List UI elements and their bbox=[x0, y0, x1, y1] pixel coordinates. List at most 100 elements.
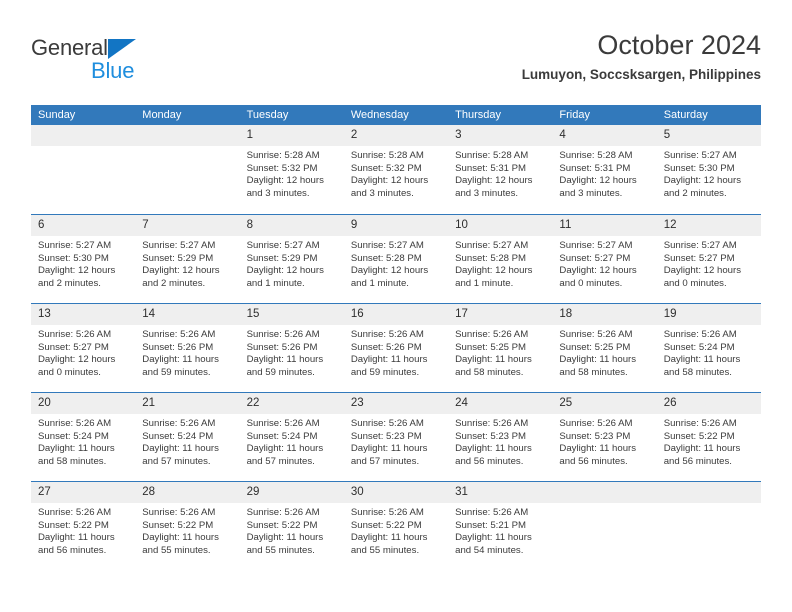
sunset-text: Sunset: 5:25 PM bbox=[455, 341, 527, 353]
daylight-text-line1: Daylight: 11 hours bbox=[559, 354, 637, 366]
calendar-page: General Blue October 2024 Lumuyon, Soccs… bbox=[0, 0, 792, 612]
calendar-day-cell[interactable]: 8 Sunrise: 5:27 AM Sunset: 5:29 PM Daylight… bbox=[239, 215, 344, 303]
calendar-day-cell[interactable]: 18 Sunrise: 5:26 AM Sunset: 5:25 PM Dayligh… bbox=[552, 304, 657, 392]
calendar-day-cell[interactable]: 27 Sunrise: 5:26 AM Sunset: 5:22 PM Dayligh… bbox=[31, 482, 136, 570]
daylight-text-line2: and 58 minutes. bbox=[38, 455, 107, 467]
day-number: 28 bbox=[135, 482, 240, 503]
day-number: 6 bbox=[31, 215, 136, 236]
sunrise-text: Sunrise: 5:26 AM bbox=[246, 418, 320, 429]
daylight-text-line1: Daylight: 12 hours bbox=[350, 175, 429, 187]
daylight-text-line2: and 1 minute. bbox=[455, 277, 514, 289]
daylight-text-line2: and 55 minutes. bbox=[246, 544, 315, 556]
calendar-day-cell[interactable]: 9 Sunrise: 5:27 AM Sunset: 5:28 PM Daylight… bbox=[343, 215, 449, 303]
daylight-text-line1: Daylight: 12 hours bbox=[663, 175, 742, 187]
calendar-day-cell[interactable]: 3 Sunrise: 5:28 AM Sunset: 5:31 PM Daylight… bbox=[448, 125, 553, 214]
day-sun-info: Sunrise: 5:26 AM Sunset: 5:24 PM Daylight:… bbox=[31, 414, 135, 468]
calendar-day-cell-empty bbox=[135, 125, 240, 214]
day-sun-info: Sunrise: 5:26 AM Sunset: 5:21 PM Daylight:… bbox=[448, 503, 552, 557]
calendar-day-cell[interactable]: 1 Sunrise: 5:28 AM Sunset: 5:32 PM Daylight… bbox=[239, 125, 344, 214]
daylight-text-line2: and 57 minutes. bbox=[350, 455, 420, 467]
sunrise-text: Sunrise: 5:26 AM bbox=[38, 507, 112, 518]
calendar-day-cell[interactable]: 30 Sunrise: 5:26 AM Sunset: 5:22 PM Dayligh… bbox=[343, 482, 449, 570]
sunrise-text: Sunrise: 5:26 AM bbox=[455, 329, 529, 340]
daylight-text-line1: Daylight: 11 hours bbox=[246, 443, 324, 455]
general-blue-logo[interactable]: General Blue bbox=[31, 36, 171, 92]
sunset-text: Sunset: 5:24 PM bbox=[38, 430, 109, 442]
page-header: General Blue October 2024 Lumuyon, Soccs… bbox=[31, 28, 761, 98]
day-sun-info: Sunrise: 5:26 AM Sunset: 5:24 PM Daylight:… bbox=[657, 325, 761, 379]
sunset-text: Sunset: 5:22 PM bbox=[663, 430, 735, 442]
calendar-day-cell[interactable]: 28 Sunrise: 5:26 AM Sunset: 5:22 PM Dayligh… bbox=[135, 482, 240, 570]
day-number: 25 bbox=[552, 393, 657, 414]
sunrise-text: Sunrise: 5:26 AM bbox=[350, 329, 424, 340]
sunset-text: Sunset: 5:26 PM bbox=[350, 341, 422, 353]
calendar-day-cell[interactable]: 4 Sunrise: 5:28 AM Sunset: 5:31 PM Daylight… bbox=[552, 125, 657, 214]
calendar-day-cell-empty bbox=[656, 482, 761, 570]
sunrise-text: Sunrise: 5:27 AM bbox=[559, 240, 633, 251]
day-sun-info: Sunrise: 5:27 AM Sunset: 5:29 PM Daylight:… bbox=[240, 236, 344, 290]
calendar-day-cell[interactable]: 29 Sunrise: 5:26 AM Sunset: 5:22 PM Dayligh… bbox=[239, 482, 344, 570]
sunset-text: Sunset: 5:27 PM bbox=[38, 341, 109, 353]
calendar-day-cell[interactable]: 10 Sunrise: 5:27 AM Sunset: 5:28 PM Dayligh… bbox=[448, 215, 553, 303]
sunset-text: Sunset: 5:30 PM bbox=[663, 162, 735, 174]
calendar-day-cell[interactable]: 31 Sunrise: 5:26 AM Sunset: 5:21 PM Dayligh… bbox=[448, 482, 553, 570]
daylight-text-line1: Daylight: 11 hours bbox=[142, 354, 219, 366]
daylight-text-line2: and 59 minutes. bbox=[350, 366, 420, 378]
calendar-day-cell[interactable]: 6 Sunrise: 5:27 AM Sunset: 5:30 PM Daylight… bbox=[31, 215, 136, 303]
calendar-day-cell[interactable]: 11 Sunrise: 5:27 AM Sunset: 5:27 PM Dayligh… bbox=[552, 215, 657, 303]
sunrise-text: Sunrise: 5:27 AM bbox=[350, 240, 424, 251]
sunset-text: Sunset: 5:27 PM bbox=[663, 252, 735, 264]
daylight-text-line1: Daylight: 11 hours bbox=[246, 354, 324, 366]
daylight-text-line1: Daylight: 12 hours bbox=[455, 265, 533, 277]
daylight-text-line2: and 3 minutes. bbox=[246, 187, 310, 199]
logo-text-blue: Blue bbox=[91, 58, 135, 83]
calendar-day-cell[interactable]: 17 Sunrise: 5:26 AM Sunset: 5:25 PM Dayligh… bbox=[448, 304, 553, 392]
calendar-day-cell[interactable]: 2 Sunrise: 5:28 AM Sunset: 5:32 PM Daylight… bbox=[343, 125, 449, 214]
sunrise-text: Sunrise: 5:26 AM bbox=[142, 329, 216, 340]
sunset-text: Sunset: 5:32 PM bbox=[246, 162, 318, 174]
day-sun-info: Sunrise: 5:27 AM Sunset: 5:28 PM Daylight:… bbox=[344, 236, 448, 290]
calendar-day-cell[interactable]: 24 Sunrise: 5:26 AM Sunset: 5:23 PM Dayligh… bbox=[448, 393, 553, 481]
calendar-day-cell[interactable]: 22 Sunrise: 5:26 AM Sunset: 5:24 PM Dayligh… bbox=[239, 393, 344, 481]
day-number: 19 bbox=[656, 304, 761, 325]
daylight-text-line1: Daylight: 12 hours bbox=[142, 265, 220, 277]
sunset-text: Sunset: 5:31 PM bbox=[455, 162, 527, 174]
day-sun-info: Sunrise: 5:26 AM Sunset: 5:24 PM Daylight:… bbox=[135, 414, 239, 468]
daylight-text-line2: and 58 minutes. bbox=[559, 366, 628, 378]
day-number: 3 bbox=[448, 125, 553, 146]
calendar-day-cell[interactable]: 16 Sunrise: 5:26 AM Sunset: 5:26 PM Dayligh… bbox=[343, 304, 449, 392]
sunrise-text: Sunrise: 5:26 AM bbox=[142, 418, 216, 429]
sunrise-text: Sunrise: 5:27 AM bbox=[38, 240, 112, 251]
calendar-day-cell[interactable]: 25 Sunrise: 5:26 AM Sunset: 5:23 PM Dayligh… bbox=[552, 393, 657, 481]
calendar-day-cell[interactable]: 26 Sunrise: 5:26 AM Sunset: 5:22 PM Dayligh… bbox=[656, 393, 761, 481]
calendar-week-row: 1 Sunrise: 5:28 AM Sunset: 5:32 PM Daylight… bbox=[31, 125, 761, 214]
calendar-day-cell[interactable]: 13 Sunrise: 5:26 AM Sunset: 5:27 PM Dayligh… bbox=[31, 304, 136, 392]
sunrise-text: Sunrise: 5:28 AM bbox=[455, 150, 529, 161]
daylight-text-line1: Daylight: 11 hours bbox=[246, 532, 324, 544]
daylight-text-line2: and 59 minutes. bbox=[142, 366, 211, 378]
day-number: 8 bbox=[239, 215, 344, 236]
calendar-day-cell[interactable]: 5 Sunrise: 5:27 AM Sunset: 5:30 PM Daylight… bbox=[656, 125, 761, 214]
calendar-day-cell[interactable]: 20 Sunrise: 5:26 AM Sunset: 5:24 PM Dayligh… bbox=[31, 393, 136, 481]
calendar-day-cell[interactable]: 15 Sunrise: 5:26 AM Sunset: 5:26 PM Dayligh… bbox=[239, 304, 344, 392]
daylight-text-line1: Daylight: 12 hours bbox=[559, 175, 637, 187]
calendar-day-cell[interactable]: 7 Sunrise: 5:27 AM Sunset: 5:29 PM Daylight… bbox=[135, 215, 240, 303]
day-number: 10 bbox=[448, 215, 553, 236]
calendar-day-cell[interactable]: 21 Sunrise: 5:26 AM Sunset: 5:24 PM Dayligh… bbox=[135, 393, 240, 481]
calendar-day-cell[interactable]: 23 Sunrise: 5:26 AM Sunset: 5:23 PM Dayligh… bbox=[343, 393, 449, 481]
calendar-day-cell[interactable]: 14 Sunrise: 5:26 AM Sunset: 5:26 PM Dayligh… bbox=[135, 304, 240, 392]
sunrise-text: Sunrise: 5:27 AM bbox=[455, 240, 529, 251]
calendar-week-row: 27 Sunrise: 5:26 AM Sunset: 5:22 PM Dayligh… bbox=[31, 481, 761, 570]
sunrise-text: Sunrise: 5:26 AM bbox=[38, 329, 112, 340]
day-number: 23 bbox=[343, 393, 449, 414]
weekday-header-saturday: Saturday bbox=[663, 109, 708, 121]
sunset-text: Sunset: 5:22 PM bbox=[350, 519, 422, 531]
calendar-day-cell[interactable]: 19 Sunrise: 5:26 AM Sunset: 5:24 PM Dayligh… bbox=[656, 304, 761, 392]
calendar-day-cell[interactable]: 12 Sunrise: 5:27 AM Sunset: 5:27 PM Dayligh… bbox=[656, 215, 761, 303]
sunrise-text: Sunrise: 5:26 AM bbox=[663, 418, 737, 429]
sunset-text: Sunset: 5:22 PM bbox=[246, 519, 318, 531]
sunset-text: Sunset: 5:29 PM bbox=[142, 252, 214, 264]
day-number: 24 bbox=[448, 393, 553, 414]
daylight-text-line1: Daylight: 11 hours bbox=[350, 354, 428, 366]
daylight-text-line2: and 55 minutes. bbox=[350, 544, 420, 556]
